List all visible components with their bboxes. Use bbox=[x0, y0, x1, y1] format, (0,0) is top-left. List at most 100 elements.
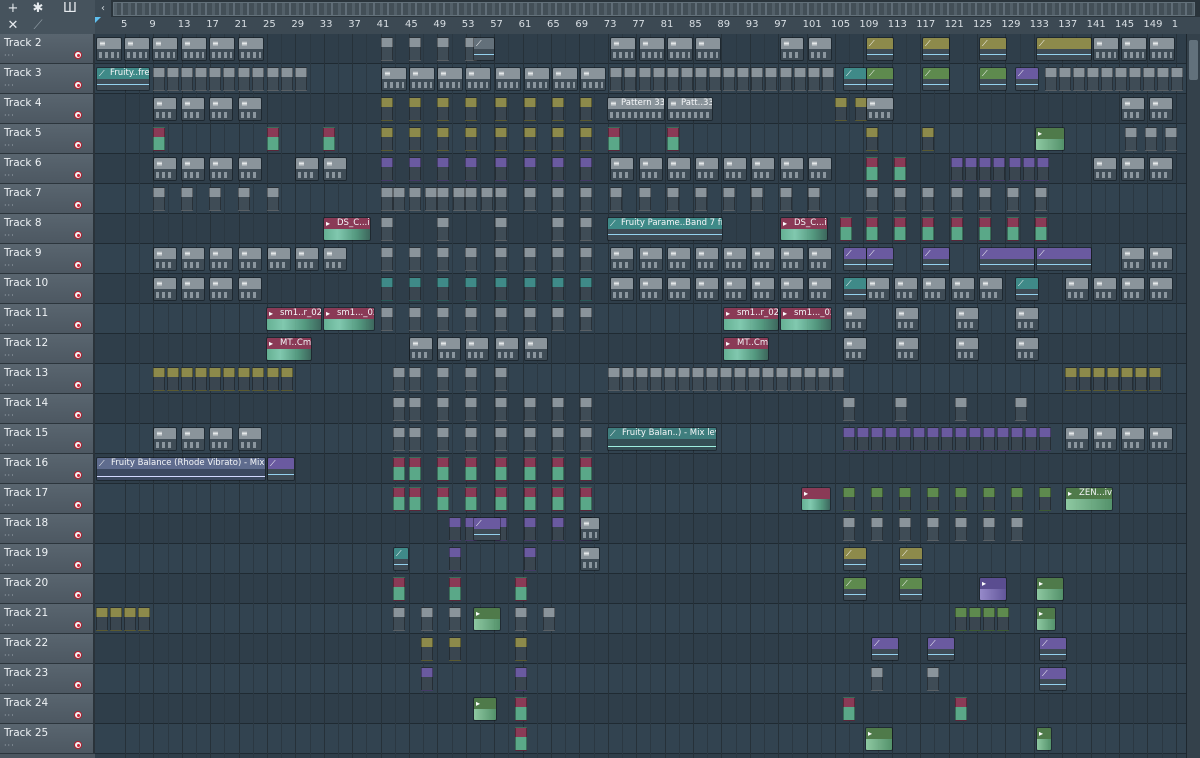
pattern-clip[interactable] bbox=[393, 367, 405, 391]
mute-icon[interactable] bbox=[74, 171, 82, 179]
pattern-clip[interactable] bbox=[124, 607, 136, 631]
pattern-clip[interactable] bbox=[965, 157, 977, 181]
pattern-clip[interactable]: ≡ bbox=[580, 517, 600, 541]
pattern-clip[interactable] bbox=[667, 67, 679, 91]
pattern-clip[interactable] bbox=[252, 67, 264, 91]
pattern-clip[interactable]: ≡ bbox=[723, 277, 747, 301]
pattern-clip[interactable] bbox=[762, 367, 774, 391]
pattern-clip[interactable] bbox=[515, 607, 527, 631]
pattern-clip[interactable] bbox=[552, 127, 564, 151]
automation-clip[interactable]: ⟋ bbox=[866, 67, 894, 91]
slice-tool-icon[interactable]: Ш bbox=[60, 0, 80, 16]
pattern-clip[interactable] bbox=[252, 367, 264, 391]
audio-clip[interactable]: sm1..._02▸ bbox=[780, 307, 832, 331]
pattern-clip[interactable]: ≡ bbox=[808, 247, 832, 271]
pattern-clip[interactable] bbox=[449, 547, 461, 571]
pattern-clip[interactable] bbox=[209, 187, 221, 211]
track-header[interactable]: Track 3 ··· bbox=[0, 64, 95, 94]
pattern-clip[interactable] bbox=[421, 637, 433, 661]
pattern-clip[interactable] bbox=[983, 427, 995, 451]
pattern-clip[interactable] bbox=[997, 607, 1009, 631]
track-header[interactable]: Track 9 ··· bbox=[0, 244, 95, 274]
pattern-clip[interactable] bbox=[1025, 427, 1037, 451]
pattern-clip[interactable]: ≡ bbox=[1015, 337, 1039, 361]
pattern-clip[interactable] bbox=[524, 247, 536, 271]
pattern-clip[interactable] bbox=[393, 577, 405, 601]
track-header[interactable]: Track 8 ··· bbox=[0, 214, 95, 244]
pattern-clip[interactable] bbox=[267, 187, 279, 211]
pattern-clip[interactable] bbox=[409, 487, 421, 511]
automation-clip[interactable]: ⟋ bbox=[1015, 277, 1039, 301]
pattern-clip[interactable]: ≡ bbox=[153, 157, 177, 181]
mute-icon[interactable] bbox=[74, 711, 82, 719]
pattern-clip[interactable]: ≡ bbox=[1065, 277, 1089, 301]
mute-icon[interactable] bbox=[74, 201, 82, 209]
pattern-clip[interactable] bbox=[465, 367, 477, 391]
pattern-clip[interactable] bbox=[955, 397, 967, 421]
pattern-clip[interactable] bbox=[737, 67, 749, 91]
pattern-clip[interactable] bbox=[1149, 367, 1161, 391]
audio-clip[interactable]: MT..Cm ▸ bbox=[723, 337, 769, 361]
pattern-clip[interactable] bbox=[1107, 367, 1119, 391]
pattern-clip[interactable]: ≡ bbox=[1149, 37, 1175, 61]
pattern-clip[interactable] bbox=[552, 397, 564, 421]
audio-clip[interactable]: sm1..r_02 ▸ bbox=[266, 307, 322, 331]
audio-clip[interactable]: ▸ bbox=[473, 607, 501, 631]
track-header[interactable]: Track 22 ··· bbox=[0, 634, 95, 664]
pattern-clip[interactable] bbox=[650, 367, 662, 391]
audio-clip[interactable]: ▸ bbox=[801, 487, 831, 511]
automation-clip[interactable]: ⟋ bbox=[843, 277, 867, 301]
pattern-clip[interactable]: ≡ bbox=[580, 547, 600, 571]
pattern-clip[interactable] bbox=[437, 367, 449, 391]
pattern-clip[interactable] bbox=[393, 427, 405, 451]
audio-clip[interactable]: ▸ bbox=[865, 727, 893, 751]
track-menu-icon[interactable]: ··· bbox=[4, 531, 15, 540]
audio-clip[interactable]: sm1..r_02 ▸ bbox=[723, 307, 779, 331]
pattern-clip[interactable] bbox=[895, 397, 907, 421]
pattern-clip[interactable]: ≡ bbox=[181, 37, 207, 61]
track-menu-icon[interactable]: ··· bbox=[4, 111, 15, 120]
pattern-clip[interactable] bbox=[780, 187, 792, 211]
pattern-clip[interactable] bbox=[393, 397, 405, 421]
track-menu-icon[interactable]: ··· bbox=[4, 261, 15, 270]
pattern-clip[interactable] bbox=[866, 127, 878, 151]
pattern-clip[interactable] bbox=[437, 37, 449, 61]
pattern-clip[interactable] bbox=[866, 217, 878, 241]
pattern-clip[interactable]: ≡ bbox=[1121, 427, 1145, 451]
pattern-clip[interactable] bbox=[552, 307, 564, 331]
pattern-clip[interactable] bbox=[843, 487, 855, 511]
pattern-clip[interactable] bbox=[515, 697, 527, 721]
pattern-clip[interactable]: ≡ bbox=[1149, 277, 1173, 301]
pattern-clip[interactable] bbox=[195, 67, 207, 91]
pattern-clip[interactable] bbox=[409, 457, 421, 481]
pattern-clip[interactable]: ≡ bbox=[1149, 157, 1173, 181]
pattern-clip[interactable] bbox=[223, 67, 235, 91]
pattern-clip[interactable] bbox=[1059, 67, 1071, 91]
pattern-clip[interactable]: ≡ bbox=[153, 97, 177, 121]
track-menu-icon[interactable]: ··· bbox=[4, 81, 15, 90]
pattern-clip[interactable]: ≡ bbox=[1093, 157, 1117, 181]
pattern-clip[interactable] bbox=[955, 487, 967, 511]
pattern-clip[interactable] bbox=[639, 187, 651, 211]
delete-tool-icon[interactable]: ✕ bbox=[3, 17, 23, 33]
pattern-clip[interactable] bbox=[437, 457, 449, 481]
track-lane[interactable] bbox=[95, 724, 1186, 754]
pattern-clip[interactable] bbox=[465, 97, 477, 121]
pattern-clip[interactable] bbox=[449, 517, 461, 541]
pattern-clip[interactable] bbox=[1009, 157, 1021, 181]
pattern-clip[interactable]: ≡ bbox=[124, 37, 150, 61]
pattern-clip[interactable] bbox=[1007, 187, 1019, 211]
mute-icon[interactable] bbox=[74, 141, 82, 149]
pattern-clip[interactable] bbox=[409, 127, 421, 151]
mute-icon[interactable] bbox=[74, 621, 82, 629]
pattern-clip[interactable]: ≡ bbox=[1121, 277, 1145, 301]
pattern-clip[interactable] bbox=[927, 487, 939, 511]
pattern-clip[interactable] bbox=[723, 187, 735, 211]
pattern-clip[interactable] bbox=[608, 127, 620, 151]
pattern-clip[interactable]: ≡ bbox=[866, 277, 890, 301]
pattern-clip[interactable] bbox=[794, 67, 806, 91]
track-header[interactable]: Track 19 ··· bbox=[0, 544, 95, 574]
pattern-clip[interactable] bbox=[409, 247, 421, 271]
pattern-clip[interactable]: ≡ bbox=[152, 37, 178, 61]
pattern-clip[interactable] bbox=[899, 517, 911, 541]
